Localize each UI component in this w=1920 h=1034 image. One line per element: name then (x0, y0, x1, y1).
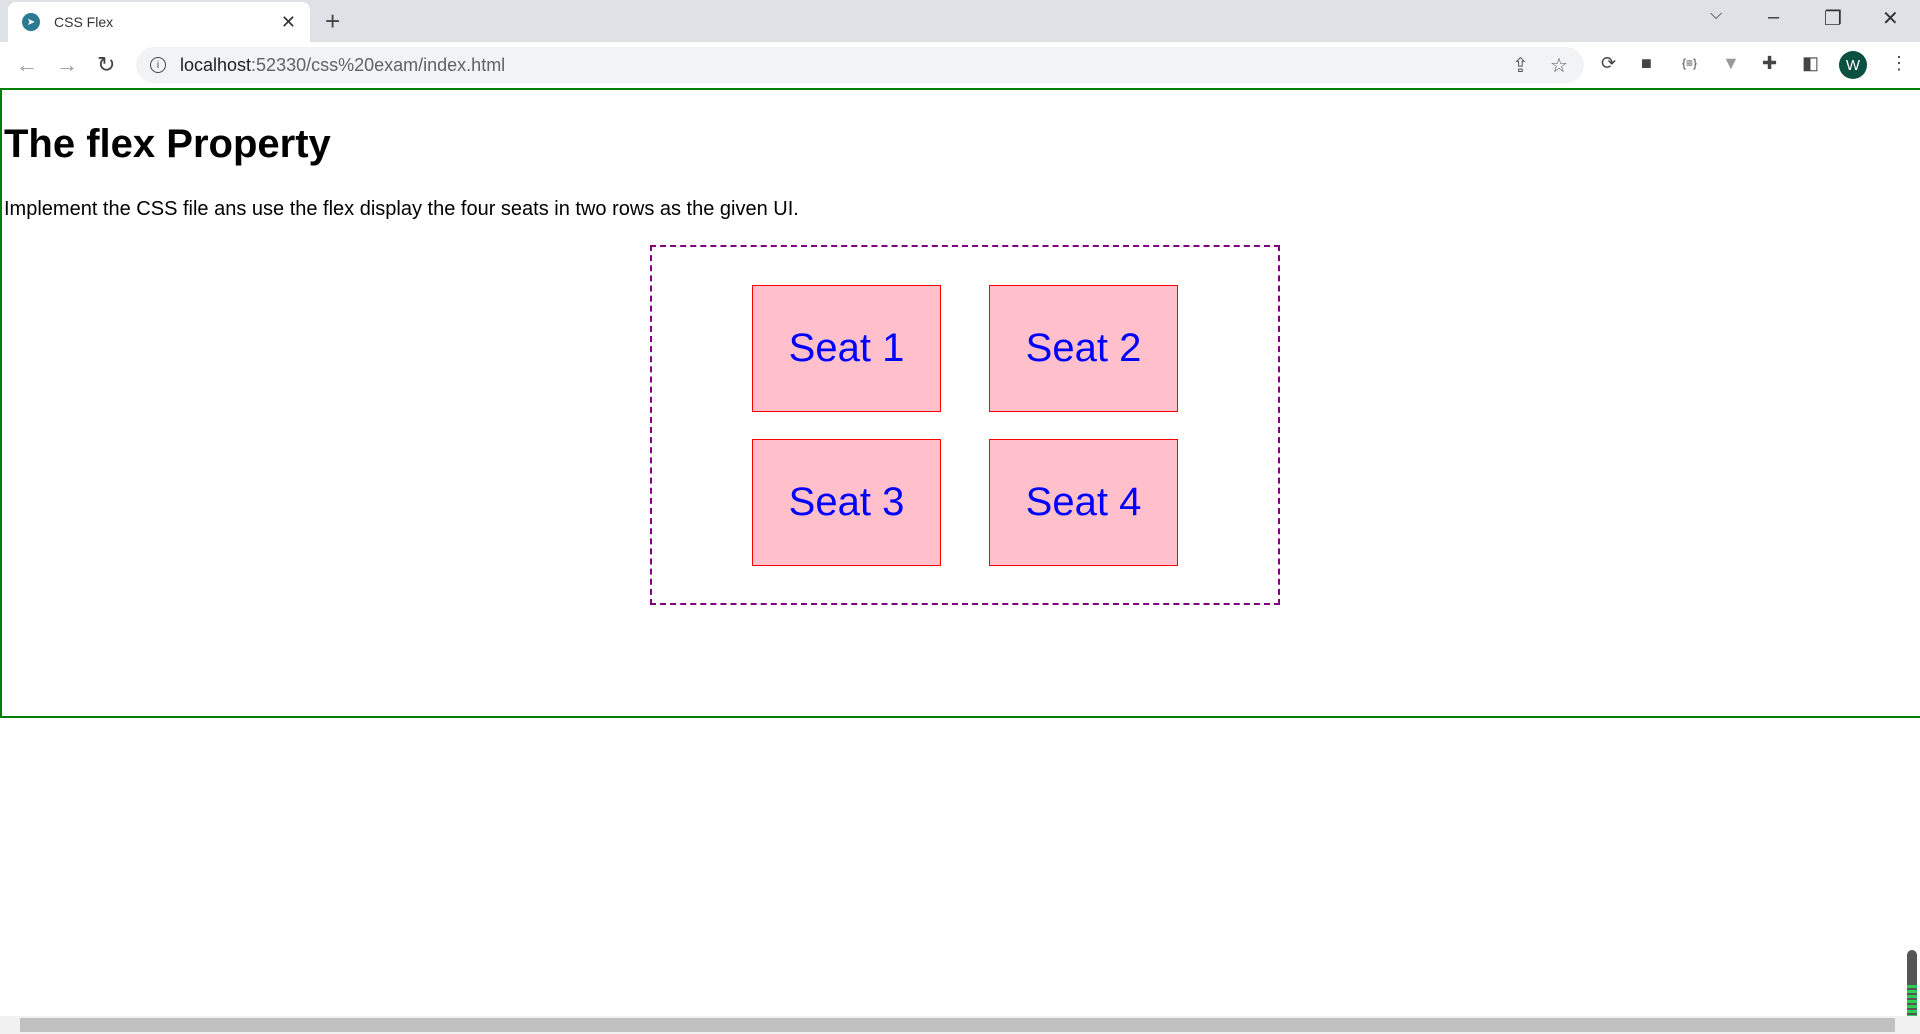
close-window-icon[interactable]: ✕ (1882, 6, 1899, 31)
minimize-icon[interactable]: – (1768, 6, 1779, 29)
back-icon[interactable]: ← (16, 52, 38, 78)
restore-icon[interactable]: ❐ (1824, 6, 1842, 31)
share-icon[interactable]: ⇪ (1512, 53, 1529, 78)
forward-icon[interactable]: → (56, 52, 78, 78)
info-icon[interactable]: i (150, 57, 166, 73)
favicon-icon: ➤ (22, 13, 40, 31)
seat-2: Seat 2 (989, 284, 1178, 412)
menu-kebab-icon[interactable]: ⋮ (1890, 53, 1908, 74)
bookmark-star-icon[interactable]: ☆ (1550, 53, 1568, 78)
address-bar[interactable]: i localhost:52330/css%20exam/index.html … (136, 47, 1584, 83)
tab-bar: ➤ CSS Flex ✕ + ⌵ – ❐ ✕ (0, 0, 1920, 42)
extension-json-icon[interactable]: {≡} (1682, 56, 1697, 70)
tab-title: CSS Flex (54, 14, 114, 30)
seat-1: Seat 1 (752, 284, 941, 412)
scrollbar-thumb[interactable] (20, 1018, 1895, 1032)
tab-css-flex[interactable]: ➤ CSS Flex ✕ (8, 2, 310, 42)
extensions-puzzle-icon[interactable]: ✚ (1762, 53, 1777, 74)
extension-sync-icon[interactable]: ⟳ (1601, 53, 1616, 74)
extension-vue-icon[interactable]: ▼ (1722, 53, 1740, 74)
profile-avatar[interactable]: W (1839, 51, 1867, 79)
seat-container: Seat 1 Seat 2 Seat 3 Seat 4 (650, 245, 1280, 605)
new-tab-icon[interactable]: + (325, 6, 340, 37)
extension-glasses-icon[interactable]: ■ (1641, 53, 1652, 74)
seat-3: Seat 3 (752, 438, 941, 566)
horizontal-scrollbar[interactable] (0, 1016, 1920, 1034)
tab-search-chevron-icon[interactable]: ⌵ (1710, 6, 1722, 24)
reload-icon[interactable]: ↻ (97, 52, 115, 78)
page-body: The flex Property Implement the CSS file… (0, 88, 1920, 718)
side-panel-icon[interactable]: ◧ (1802, 53, 1819, 74)
description: Implement the CSS file ans use the flex … (4, 198, 799, 220)
seat-4: Seat 4 (989, 438, 1178, 566)
page-title: The flex Property (4, 122, 331, 166)
url-text[interactable]: localhost:52330/css%20exam/index.html (180, 55, 505, 76)
toolbar: ← → ↻ i localhost:52330/css%20exam/index… (0, 42, 1920, 88)
close-tab-icon[interactable]: ✕ (281, 12, 296, 33)
